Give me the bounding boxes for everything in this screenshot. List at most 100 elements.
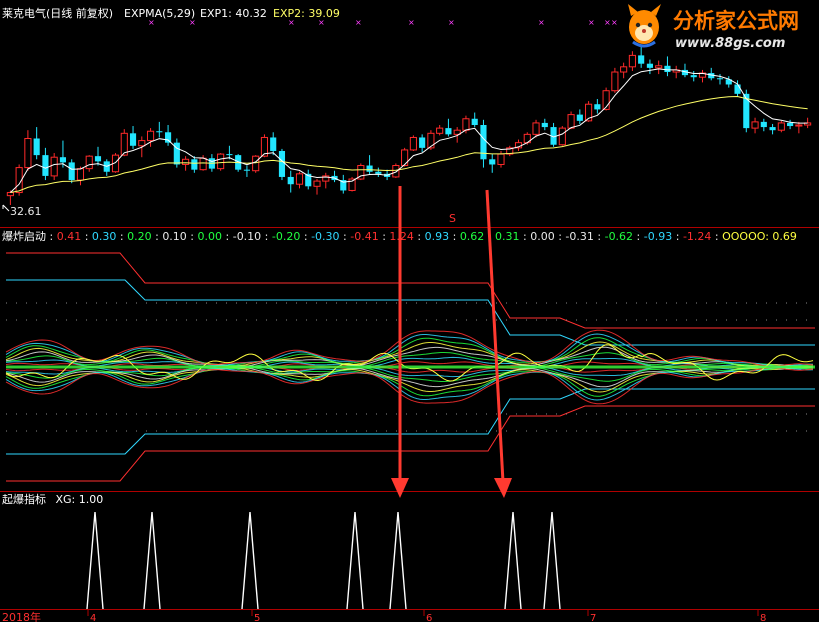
candle-body	[295, 173, 304, 185]
x-tick-label: 7	[590, 613, 596, 622]
candle-body	[191, 159, 198, 170]
level-value: -0.10	[233, 230, 261, 243]
candle-body	[664, 65, 671, 73]
x-tick-label: 6	[426, 613, 432, 622]
candle	[777, 120, 785, 133]
level-separator: :	[594, 230, 605, 243]
level-separator: :	[340, 230, 351, 243]
level-separator: :	[152, 230, 163, 243]
magenta-x-mark: ×	[588, 18, 595, 27]
level-value: -0.31	[565, 230, 593, 243]
indicator-name: EXPMA(5,29)	[124, 7, 195, 20]
candle	[532, 119, 540, 138]
candle	[50, 153, 58, 181]
candle-body	[480, 125, 487, 160]
candle	[217, 153, 225, 171]
candle-body	[129, 133, 137, 146]
candle-body	[760, 121, 767, 128]
level-value: 0.41	[57, 230, 82, 243]
candle-body	[68, 162, 75, 181]
level-value: -0.93	[644, 230, 672, 243]
candle-body	[419, 137, 426, 148]
candle	[401, 147, 409, 167]
candle-body	[313, 180, 321, 187]
candle-body	[24, 138, 32, 169]
oscillator-title: 爆炸启动	[2, 229, 46, 243]
candle	[252, 155, 260, 173]
candle-body	[471, 118, 478, 125]
level-value: -0.41	[350, 230, 378, 243]
chart-background	[0, 0, 819, 622]
candle-body	[611, 71, 619, 92]
level-separator: :	[711, 230, 722, 243]
x-tick-label: 5	[254, 613, 260, 622]
candle-body	[532, 122, 540, 135]
level-value: -0.20	[272, 230, 300, 243]
candle-body	[558, 127, 566, 146]
candle-body	[165, 132, 172, 143]
magenta-x-mark: ×	[408, 18, 415, 27]
x-axis-year: 2018年	[2, 610, 41, 622]
candle-body	[795, 124, 803, 127]
candle-body	[94, 156, 102, 162]
candle-body	[620, 66, 628, 73]
candle-body	[138, 140, 146, 147]
candle-body	[734, 84, 741, 94]
exp1-legend: EXP1: 40.32	[200, 7, 267, 20]
level-separator: :	[520, 230, 531, 243]
level-separator: :	[449, 230, 460, 243]
candle-body	[541, 122, 548, 128]
candle-body	[594, 104, 601, 110]
low-price-label: 32.61	[10, 205, 42, 218]
candle-body	[489, 159, 496, 165]
candle	[409, 135, 417, 151]
stock-title: 莱克电气(日线 前复权)	[2, 6, 113, 20]
price-header: 莱克电气(日线 前复权) EXPMA(5,29) EXP1: 40.32 EXP…	[2, 6, 340, 20]
logo-url: www.88gs.com	[675, 36, 785, 51]
candle-body	[375, 171, 382, 174]
level-separator: :	[50, 230, 57, 243]
candle-body	[628, 54, 636, 68]
candle-body	[716, 78, 724, 80]
level-value: -0.30	[311, 230, 339, 243]
level-separator: :	[555, 230, 566, 243]
candle-body	[42, 155, 49, 176]
level-value: -0.62	[605, 230, 633, 243]
level-separator: :	[300, 230, 311, 243]
candle-body	[33, 138, 40, 156]
level-separator: :	[81, 230, 92, 243]
candle-body	[392, 165, 400, 178]
level-separator: :	[672, 230, 683, 243]
level-separator: :	[222, 230, 233, 243]
candle	[558, 126, 566, 146]
level-separator: :	[116, 230, 127, 243]
candle-body	[6, 192, 14, 197]
candle-body	[751, 121, 759, 129]
s-marker: S	[449, 212, 456, 225]
level-separator: :	[414, 230, 425, 243]
candle-body	[646, 63, 653, 68]
signal-value: XG: 1.00	[56, 493, 104, 506]
candle	[278, 148, 286, 181]
level-value: 0.10	[162, 230, 187, 243]
magenta-x-mark: ×	[604, 18, 611, 27]
level-value: -1.24	[683, 230, 711, 243]
level-separator: :	[633, 230, 644, 243]
candle-body	[76, 168, 85, 181]
candle-body	[59, 157, 67, 163]
candle-body	[777, 122, 785, 131]
magenta-x-mark: ×	[448, 18, 455, 27]
candle-body	[436, 127, 444, 134]
candle-body	[638, 55, 645, 64]
candle-body	[427, 132, 435, 149]
candle-body	[366, 165, 373, 172]
candle	[68, 159, 75, 184]
level-value: 0.20	[127, 230, 152, 243]
level-value: 0.00	[530, 230, 555, 243]
candle-body	[146, 130, 155, 142]
site-logo[interactable]: 分析家公式网 www.88gs.com	[628, 4, 799, 51]
level-separator: :	[261, 230, 272, 243]
candle-body	[243, 169, 250, 171]
magenta-x-mark: ×	[355, 18, 362, 27]
candle-body	[182, 158, 190, 165]
